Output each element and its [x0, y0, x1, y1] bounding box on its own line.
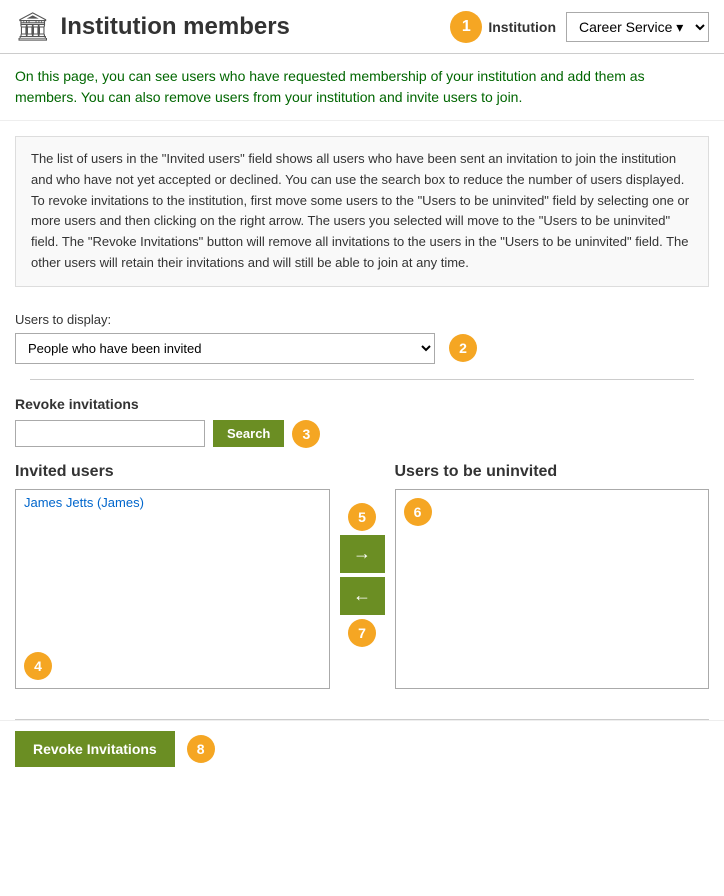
- invited-users-container: Invited users James Jetts (James) 4: [15, 463, 330, 689]
- transfer-section: Invited users James Jetts (James) 4 5 → …: [15, 463, 709, 689]
- search-input[interactable]: [15, 420, 205, 447]
- badge-8: 8: [187, 735, 215, 763]
- left-arrow-icon: ←: [353, 585, 371, 606]
- users-display-section: Users to display: People who have been i…: [15, 312, 709, 364]
- info-banner: On this page, you can see users who have…: [0, 54, 724, 121]
- institution-badge: 1 Institution: [450, 11, 556, 43]
- building-icon: 🏛: [15, 10, 51, 43]
- users-display-row: People who have been invitedAll usersMem…: [15, 333, 709, 364]
- search-button[interactable]: Search: [213, 420, 284, 447]
- right-arrow-icon: →: [353, 543, 371, 564]
- invited-users-title: Invited users: [15, 463, 330, 481]
- badge-2: 2: [449, 334, 477, 362]
- badge-7: 7: [348, 619, 376, 647]
- invited-users-list[interactable]: James Jetts (James) 4: [15, 489, 330, 689]
- users-display-label: Users to display:: [15, 312, 709, 327]
- page-header: 🏛 Institution members 1 Institution Care…: [0, 0, 724, 54]
- page-title-section: 🏛 Institution members: [15, 10, 450, 43]
- badge-6: 6: [404, 498, 432, 526]
- move-left-button[interactable]: ←: [340, 577, 385, 615]
- badge-3: 3: [292, 420, 320, 448]
- badge-4: 4: [24, 652, 52, 680]
- description-text: The list of users in the "Invited users"…: [31, 149, 693, 274]
- uninvited-users-container: Users to be uninvited 6: [395, 463, 710, 689]
- uninvited-users-title: Users to be uninvited: [395, 463, 710, 481]
- info-text: On this page, you can see users who have…: [15, 66, 709, 108]
- users-display-select[interactable]: People who have been invitedAll usersMem…: [15, 333, 435, 364]
- page-title: Institution members: [61, 13, 290, 41]
- institution-label: Institution: [488, 19, 556, 35]
- revoke-invitations-button[interactable]: Revoke Invitations: [15, 731, 175, 767]
- revoke-section-label: Revoke invitations: [15, 396, 709, 412]
- career-service-select[interactable]: Career Service ▾: [566, 12, 709, 42]
- description-box: The list of users in the "Invited users"…: [15, 136, 709, 287]
- badge-1: 1: [450, 11, 482, 43]
- main-content: Users to display: People who have been i…: [0, 302, 724, 719]
- uninvited-users-list[interactable]: 6: [395, 489, 710, 689]
- list-item[interactable]: James Jetts (James): [16, 490, 329, 515]
- search-row: Search 3: [15, 420, 709, 448]
- move-right-button[interactable]: →: [340, 535, 385, 573]
- arrow-buttons-group: 5 → ← 7: [330, 503, 395, 647]
- revoke-section: Revoke invitations Search 3: [15, 396, 709, 448]
- bottom-section: Revoke Invitations 8: [0, 720, 724, 787]
- badge-5: 5: [348, 503, 376, 531]
